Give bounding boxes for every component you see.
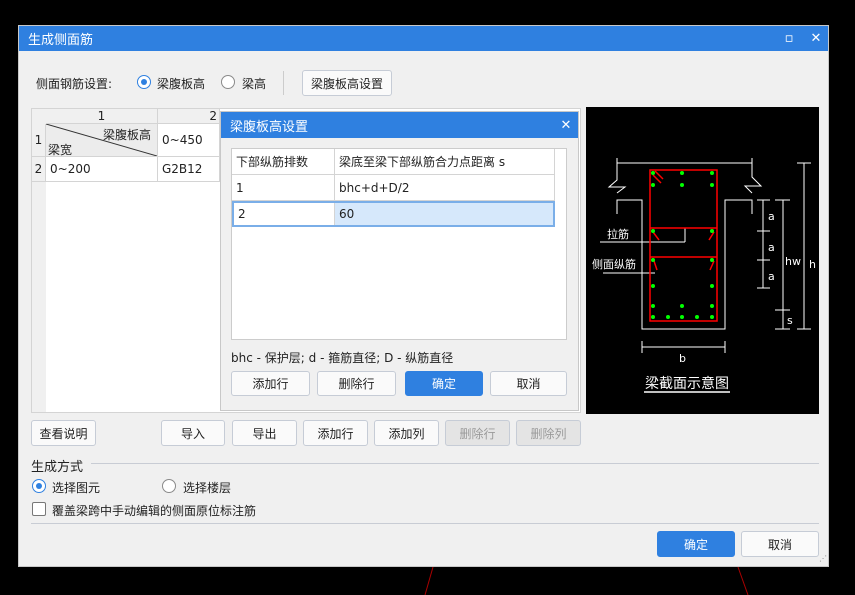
- rebar-dot: [680, 183, 684, 187]
- generate-side-rebar-dialog: 生成侧面筋 ▫ ✕ 侧面钢筋设置: 梁腹板高 梁高 梁腹板高设置 1 2 1 2…: [18, 25, 829, 567]
- rebar-dot: [695, 315, 699, 319]
- diagram-caption: 梁截面示意图: [645, 375, 729, 392]
- rebar-dot: [710, 183, 714, 187]
- radio-beam-height-label: 梁高: [242, 77, 267, 91]
- rebar-dot: [666, 315, 670, 319]
- rebar-dot: [710, 171, 714, 175]
- table-cell[interactable]: 1: [232, 175, 335, 201]
- tie-bar-label: 拉筋: [607, 227, 629, 241]
- rebar-dot: [680, 171, 684, 175]
- dim-a-label: a: [768, 270, 775, 283]
- cancel-button[interactable]: 取消: [741, 531, 819, 557]
- sub-add-row-button[interactable]: 添加行: [231, 371, 310, 396]
- export-button[interactable]: 导出: [232, 420, 297, 446]
- web-height-settings-dialog: 梁腹板高设置 ✕ 下部纵筋排数 梁底至梁下部纵筋合力点距离 s 1 bhc+d+…: [220, 111, 579, 411]
- dim-a-label: a: [768, 241, 775, 254]
- radio-beam-height[interactable]: [221, 75, 235, 89]
- radio-select-floor-label: 选择楼层: [183, 481, 232, 495]
- row-header[interactable]: 2: [32, 157, 46, 182]
- radio-web-height[interactable]: [137, 75, 151, 89]
- radio-select-floor[interactable]: [162, 479, 176, 493]
- row-header[interactable]: 1: [32, 124, 46, 157]
- col-header[interactable]: 1: [46, 109, 158, 124]
- rebar-dot: [680, 315, 684, 319]
- import-button[interactable]: 导入: [161, 420, 225, 446]
- window-title: 生成侧面筋: [28, 33, 94, 48]
- web-height-settings-button[interactable]: 梁腹板高设置: [302, 70, 392, 96]
- dim-a-label: a: [768, 210, 775, 223]
- add-row-button[interactable]: 添加行: [303, 420, 368, 446]
- dim-h-label: h: [809, 258, 816, 271]
- delete-row-button[interactable]: 删除行: [445, 420, 510, 446]
- rebar-dot: [651, 229, 655, 233]
- rebar-dot: [710, 315, 714, 319]
- divider: [31, 523, 819, 524]
- override-checkbox[interactable]: [32, 502, 46, 516]
- dim-s-label: s: [787, 314, 793, 327]
- rebar-dot: [710, 258, 714, 262]
- help-button[interactable]: 查看说明: [31, 420, 96, 446]
- add-column-button[interactable]: 添加列: [374, 420, 439, 446]
- radio-select-element[interactable]: [32, 479, 46, 493]
- divider: [91, 463, 819, 464]
- col-header[interactable]: 2: [158, 109, 220, 124]
- ok-button[interactable]: 确定: [657, 531, 735, 557]
- rebar-dot: [680, 304, 684, 308]
- grid-cell[interactable]: 0~200: [46, 157, 158, 182]
- corner-top-label: 梁腹板高: [102, 128, 151, 142]
- dim-hw-label: hw: [785, 255, 801, 268]
- table-cell[interactable]: 2: [234, 203, 335, 225]
- sub-ok-button[interactable]: 确定: [405, 371, 483, 396]
- column-header: 下部纵筋排数: [232, 149, 335, 175]
- sub-cancel-button[interactable]: 取消: [490, 371, 567, 396]
- rebar-dot: [651, 304, 655, 308]
- subdialog-close-icon[interactable]: ✕: [554, 113, 578, 138]
- title-bar: 生成侧面筋: [19, 26, 828, 51]
- beam-section-diagram: 拉筋 侧面纵筋 a a a hw s h b 梁截面示意图: [586, 107, 819, 414]
- radio-select-element-label: 选择图元: [52, 481, 101, 495]
- rebar-dot: [651, 284, 655, 288]
- sub-delete-row-button[interactable]: 删除行: [317, 371, 396, 396]
- radio-web-height-label: 梁腹板高: [157, 77, 206, 91]
- rebar-dot: [651, 315, 655, 319]
- close-icon[interactable]: ✕: [804, 26, 828, 51]
- section-drawing: 拉筋 侧面纵筋 a a a hw s h b 梁截面示意图: [592, 158, 816, 393]
- rebar-dot: [710, 304, 714, 308]
- table-cell[interactable]: 60: [335, 203, 553, 225]
- generation-method-title: 生成方式: [31, 460, 84, 475]
- corner-bottom-label: 梁宽: [48, 143, 73, 157]
- grid-cell[interactable]: G2B12: [158, 157, 220, 182]
- side-bar-label: 侧面纵筋: [592, 257, 636, 271]
- table-cell[interactable]: bhc+d+D/2: [335, 175, 555, 201]
- rebar-dot: [710, 284, 714, 288]
- column-header: 梁底至梁下部纵筋合力点距离 s: [335, 149, 555, 175]
- rebar-dot: [710, 229, 714, 233]
- override-checkbox-label: 覆盖梁跨中手动编辑的侧面原位标注筋: [52, 504, 257, 518]
- selected-row[interactable]: 2 60: [232, 201, 555, 227]
- rebar-dot: [651, 171, 655, 175]
- maximize-icon[interactable]: ▫: [777, 26, 801, 51]
- side-rebar-label: 侧面钢筋设置:: [36, 77, 113, 91]
- grid-cell[interactable]: 0~450: [158, 124, 220, 157]
- dim-b-label: b: [679, 352, 686, 365]
- corner-header-cell: 梁腹板高 梁宽: [46, 124, 158, 157]
- subdialog-title-bar: 梁腹板高设置: [221, 112, 578, 138]
- row-spacing-table: 下部纵筋排数 梁底至梁下部纵筋合力点距离 s 1 bhc+d+D/2 2 60: [231, 148, 567, 340]
- rebar-dot: [651, 258, 655, 262]
- subdialog-title: 梁腹板高设置: [230, 119, 309, 135]
- legend-text: bhc - 保护层; d - 箍筋直径; D - 纵筋直径: [231, 351, 454, 365]
- divider: [283, 71, 284, 95]
- delete-column-button[interactable]: 删除列: [516, 420, 581, 446]
- resize-grip-icon[interactable]: ⋰: [819, 554, 827, 563]
- rebar-dot: [651, 183, 655, 187]
